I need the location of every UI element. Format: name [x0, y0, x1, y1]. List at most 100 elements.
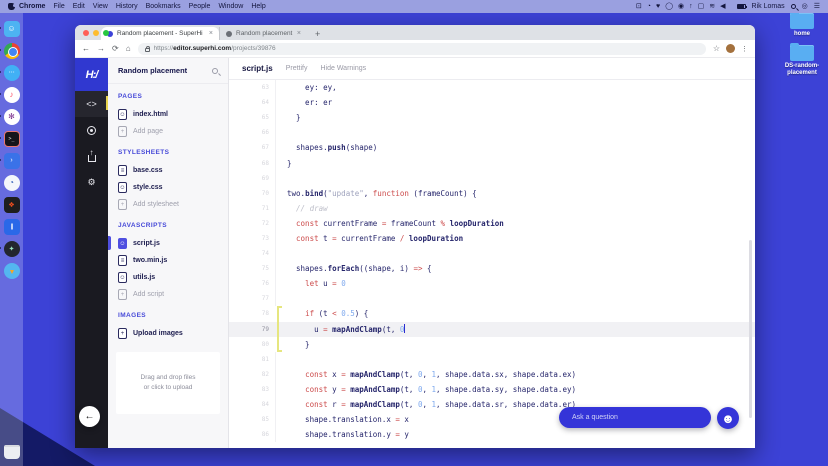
- code-line[interactable]: 66: [229, 125, 755, 140]
- dock-figma-icon[interactable]: ❖: [3, 196, 20, 213]
- code-line[interactable]: 77: [229, 291, 755, 306]
- dock-slack-icon[interactable]: ✻: [3, 108, 20, 125]
- profile-avatar[interactable]: [726, 44, 735, 53]
- menu-people[interactable]: People: [189, 3, 211, 10]
- back-icon[interactable]: ←: [82, 45, 90, 53]
- code-line[interactable]: 76 let u = 0: [229, 276, 755, 291]
- spotlight-search-icon[interactable]: [791, 4, 796, 9]
- siri-icon[interactable]: ◎: [802, 3, 808, 10]
- file-item-index-html[interactable]: ☺index.html: [118, 106, 218, 123]
- code-line[interactable]: 79 u = mapAndClamp(t, 0: [229, 322, 755, 337]
- prettify-button[interactable]: Prettify: [286, 65, 308, 72]
- dock-swirl-icon[interactable]: ✦: [3, 240, 20, 257]
- code-line[interactable]: 72 const currentFrame = frameCount % loo…: [229, 216, 755, 231]
- notification-center-icon[interactable]: ☰: [814, 3, 820, 10]
- code-line[interactable]: 64 er: er: [229, 95, 755, 110]
- upload-dropzone[interactable]: Drag and drop files or click to upload: [116, 352, 220, 414]
- code-line[interactable]: 63 ey: ey,: [229, 80, 755, 95]
- file-item-style-css[interactable]: ☺style.css: [118, 179, 218, 196]
- dock-terminal-icon[interactable]: >_: [3, 130, 20, 147]
- browser-menu-icon[interactable]: ⋮: [741, 45, 748, 53]
- forward-icon[interactable]: →: [97, 45, 105, 53]
- menu-edit[interactable]: Edit: [73, 3, 85, 10]
- menu-view[interactable]: View: [93, 3, 108, 10]
- dock-messages-icon[interactable]: ⋯: [3, 64, 20, 81]
- menu-window[interactable]: Window: [218, 3, 243, 10]
- screen-mirroring-icon[interactable]: ⊡: [636, 3, 642, 10]
- dock-chrome-icon[interactable]: [3, 42, 20, 59]
- tab-random-placement-superhi[interactable]: Random placement - SuperHi ×: [101, 27, 219, 40]
- tab-random-placement[interactable]: Random placement ×: [219, 27, 307, 40]
- dock-trash-icon[interactable]: [3, 443, 20, 460]
- code-line[interactable]: 74: [229, 246, 755, 261]
- back-fab-button[interactable]: ←: [79, 406, 100, 427]
- circle-icon[interactable]: ◯: [665, 3, 673, 10]
- minimize-window-button[interactable]: [93, 30, 99, 36]
- ask-a-question-button[interactable]: Ask a question: [559, 407, 711, 428]
- updates-icon[interactable]: ↑: [689, 3, 693, 10]
- file-item-add-stylesheet[interactable]: +Add stylesheet: [118, 196, 218, 213]
- code-line[interactable]: 71 // draw: [229, 201, 755, 216]
- code-line[interactable]: 70two.bind("update", function (frameCoun…: [229, 186, 755, 201]
- dock-music-icon[interactable]: ♪: [3, 86, 20, 103]
- code-pane[interactable]: script.js Prettify Hide Warnings 63 ey: …: [229, 58, 755, 448]
- tab-close-icon[interactable]: ×: [297, 30, 301, 37]
- dock-finder-icon[interactable]: ☺: [3, 20, 20, 37]
- menubar-username[interactable]: Rik Lomas: [752, 3, 785, 10]
- menu-app-name[interactable]: Chrome: [19, 3, 45, 10]
- new-tab-button[interactable]: +: [307, 29, 328, 40]
- close-window-button[interactable]: [83, 30, 89, 36]
- menu-history[interactable]: History: [116, 3, 138, 10]
- code-line[interactable]: 69: [229, 171, 755, 186]
- code-line[interactable]: 68}: [229, 155, 755, 170]
- desktop-folder-home[interactable]: home: [778, 13, 826, 38]
- tab-close-icon[interactable]: ×: [209, 30, 213, 37]
- apple-menu-icon[interactable]: [8, 3, 15, 10]
- open-file-tab[interactable]: script.js: [242, 64, 273, 73]
- code-line[interactable]: 75 shapes.forEach((shape, i) => {: [229, 261, 755, 276]
- code-line[interactable]: 73 const t = currentFrame / loopDuration: [229, 231, 755, 246]
- file-item-script-js[interactable]: ☺script.js: [118, 235, 218, 252]
- volume-icon[interactable]: ◀: [720, 3, 725, 10]
- wifi-icon[interactable]: ≋: [709, 3, 715, 10]
- menu-help[interactable]: Help: [251, 3, 265, 10]
- display-icon[interactable]: ▢: [698, 3, 705, 10]
- dock-vscode-icon[interactable]: ›: [3, 152, 20, 169]
- code-line[interactable]: 82 const x = mapAndClamp(t, 0, 1, shape.…: [229, 367, 755, 382]
- editor-scrollbar[interactable]: [749, 240, 752, 418]
- code-line[interactable]: 81: [229, 352, 755, 367]
- file-item-two-min-js[interactable]: ≡two.min.js: [118, 252, 218, 269]
- dock-bird-icon[interactable]: [3, 262, 20, 279]
- file-item-utils-js[interactable]: ☺utils.js: [118, 269, 218, 286]
- code-line[interactable]: 83 const y = mapAndClamp(t, 0, 1, shape.…: [229, 382, 755, 397]
- code-view-button[interactable]: <>: [75, 91, 108, 117]
- bookmark-star-icon[interactable]: ☆: [713, 44, 720, 53]
- home-icon[interactable]: ⌂: [126, 45, 131, 53]
- health-icon[interactable]: ♥: [656, 3, 660, 10]
- address-bar[interactable]: https://editor.superhi.com/projects/3987…: [138, 43, 706, 55]
- file-item-upload-images[interactable]: +Upload images: [118, 325, 218, 342]
- battery-icon[interactable]: [737, 4, 746, 9]
- code-line[interactable]: 86 shape.translation.y = y: [229, 427, 755, 442]
- secure-lock-icon[interactable]: [145, 48, 150, 52]
- record-icon[interactable]: ◉: [678, 3, 684, 10]
- menu-file[interactable]: File: [53, 3, 64, 10]
- code-line[interactable]: 67 shapes.push(shape): [229, 140, 755, 155]
- desktop-folder-ds-random-placement[interactable]: DS-random-placement: [778, 45, 826, 77]
- code-line[interactable]: 65 }: [229, 110, 755, 125]
- code-line[interactable]: 80 }: [229, 337, 755, 352]
- code-line[interactable]: 78 if (t < 0.5) {: [229, 306, 755, 321]
- zoom-window-button[interactable]: [103, 30, 109, 36]
- preview-eye-button[interactable]: [75, 117, 108, 143]
- reload-icon[interactable]: ⟳: [112, 45, 119, 53]
- help-smiley-button[interactable]: ☻: [717, 407, 739, 429]
- file-item-add-script[interactable]: +Add script: [118, 286, 218, 303]
- file-item-add-page[interactable]: +Add page: [118, 123, 218, 140]
- hide-warnings-button[interactable]: Hide Warnings: [320, 65, 366, 72]
- settings-button[interactable]: ⚙: [75, 169, 108, 195]
- dock-intercom-icon[interactable]: |||: [3, 218, 20, 235]
- superhi-logo[interactable]: H:/: [75, 58, 108, 91]
- file-item-base-css[interactable]: ≡base.css: [118, 162, 218, 179]
- dock-clock-icon[interactable]: ◔: [3, 174, 20, 191]
- menu-bookmarks[interactable]: Bookmarks: [146, 3, 181, 10]
